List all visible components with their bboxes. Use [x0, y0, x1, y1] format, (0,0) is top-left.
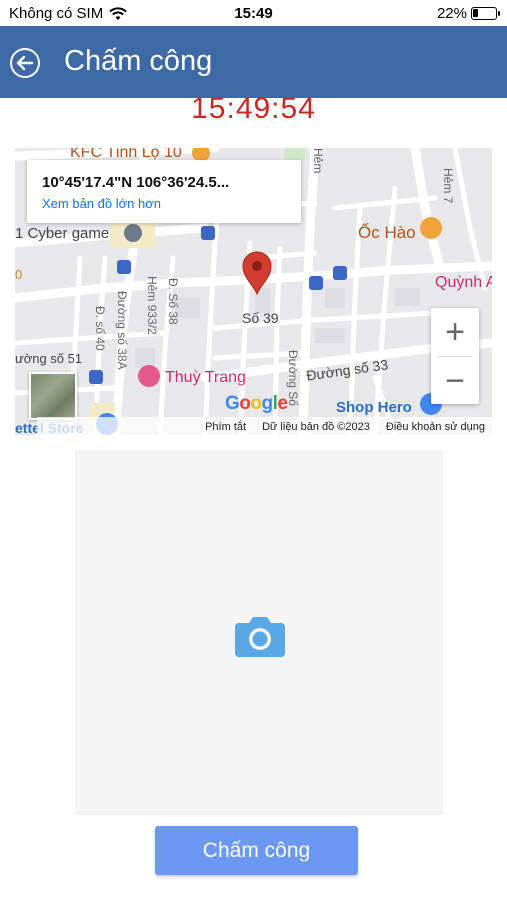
coordinates-text: 10°45'17.4"N 106°36'24.5...: [42, 174, 230, 191]
map-label-cyber: 1 Cyber game: [15, 225, 110, 242]
map-label-hem-top: Hẻm: [311, 148, 325, 174]
map-label-hem933: Hẻm 933/2: [145, 276, 159, 335]
status-bar: Không có SIM 15:49 22%: [0, 0, 507, 26]
zoom-out-button[interactable]: −: [431, 357, 479, 405]
map-label-shop-hero: Shop Hero: [336, 399, 412, 416]
map-label-quynh: Quỳnh A: [435, 274, 492, 291]
camera-icon: [235, 617, 285, 657]
terms-link[interactable]: Điều khoản sử dụng: [386, 421, 485, 433]
current-time-clock: 15:49:54: [191, 92, 316, 125]
battery-percent: 22%: [436, 5, 467, 22]
back-button[interactable]: [10, 48, 40, 78]
google-logo: Google: [225, 393, 288, 414]
map-label-duong38a: Đường số 38A: [115, 291, 129, 370]
map-label-duong-so: Đường Số: [286, 350, 300, 406]
coordinates-card: 10°45'17.4"N 106°36'24.5... Xem bản đồ l…: [27, 160, 301, 223]
map-data-label: Dữ liệu bản đồ ©2023: [262, 421, 370, 433]
back-arrow-icon: [16, 55, 34, 71]
status-time: 15:49: [234, 5, 273, 22]
zoom-controls: + −: [431, 308, 479, 404]
map-label-oc-hao: Ốc Hào: [358, 223, 416, 242]
map-label-so39: Số 39: [242, 310, 279, 326]
keyboard-shortcuts-link[interactable]: Phím tắt: [205, 421, 246, 433]
map-label-thuy-trang: Thuỳ Trang: [165, 369, 246, 386]
location-map[interactable]: KFC Tỉnh Lộ 10 1 Cyber game Ốc Hào Quỳnh…: [15, 148, 492, 435]
map-label-ds38: Đ. Số 38: [166, 278, 180, 325]
check-in-button[interactable]: Chấm công: [155, 826, 358, 875]
map-label-hem7: Hẻm 7: [441, 168, 455, 204]
photo-capture-area[interactable]: [75, 450, 443, 815]
zoom-in-button[interactable]: +: [431, 308, 479, 356]
status-right: 22%: [436, 5, 500, 22]
satellite-view-toggle[interactable]: [29, 372, 77, 420]
page-title: Chấm công: [64, 45, 213, 77]
map-label-ds40: Đ. số 40: [93, 306, 107, 351]
map-label-zero: 0: [15, 267, 23, 282]
app-header: Chấm công: [0, 26, 507, 98]
battery-fill: [473, 9, 478, 17]
larger-map-link[interactable]: Xem bản đồ lớn hơn: [42, 196, 301, 211]
map-label-duong51: ường số 51: [15, 351, 83, 366]
map-attribution: Phím tắt Dữ liệu bản đồ ©2023 Điều khoản…: [37, 417, 492, 435]
battery-icon: [471, 7, 500, 20]
